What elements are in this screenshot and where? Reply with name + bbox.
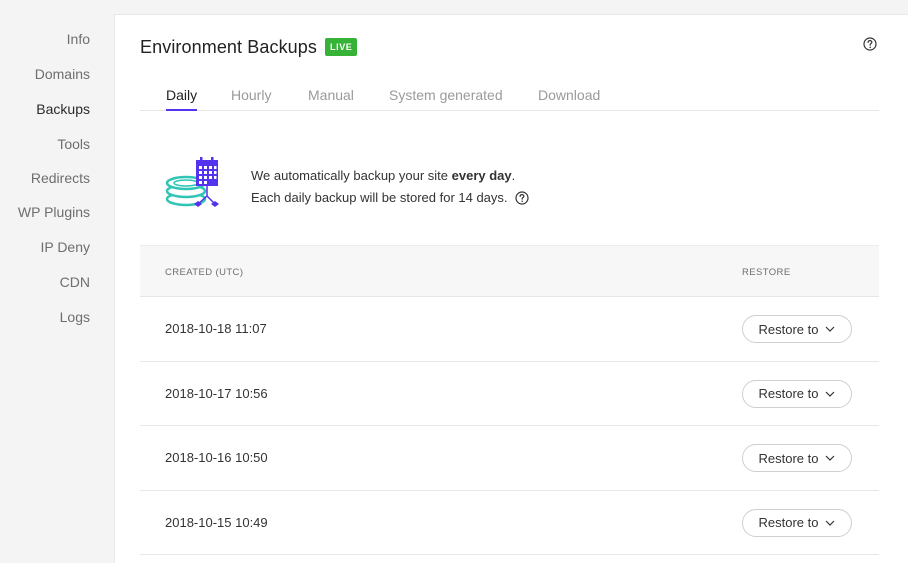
- backups-table: CREATED (UTC) RESTORE 2018-10-18 11:07 R…: [140, 245, 879, 555]
- backup-created-date: 2018-10-17 10:56: [165, 385, 268, 401]
- table-row: 2018-10-16 10:50 Restore to: [140, 426, 879, 491]
- sidebar-item-tools[interactable]: Tools: [57, 136, 90, 152]
- tab-system-generated[interactable]: System generated: [389, 87, 503, 111]
- chevron-down-icon: [826, 326, 835, 332]
- frequency-highlight: every day: [451, 168, 512, 183]
- table-header: CREATED (UTC) RESTORE: [140, 245, 879, 297]
- restore-to-button[interactable]: Restore to: [742, 508, 852, 537]
- sidebar-item-info[interactable]: Info: [67, 31, 90, 47]
- main-panel: Environment Backups LIVE Daily Hourly Ma…: [114, 14, 908, 563]
- tab-manual[interactable]: Manual: [308, 87, 354, 111]
- question-circle-icon[interactable]: [514, 190, 529, 205]
- restore-to-button[interactable]: Restore to: [742, 444, 852, 472]
- chevron-down-icon: [826, 520, 835, 526]
- sidebar-item-wp-plugins[interactable]: WP Plugins: [18, 204, 90, 220]
- table-row: 2018-10-17 10:56 Restore to: [140, 362, 879, 426]
- title-row: Environment Backups LIVE: [140, 35, 358, 59]
- tab-download[interactable]: Download: [538, 87, 600, 111]
- sidebar-nav: Info Domains Backups Tools Redirects WP …: [0, 0, 114, 563]
- tab-daily[interactable]: Daily: [166, 87, 198, 111]
- sidebar-item-logs[interactable]: Logs: [60, 309, 90, 325]
- backup-created-date: 2018-10-18 11:07: [165, 321, 267, 336]
- restore-to-button[interactable]: Restore to: [742, 379, 852, 408]
- sidebar-item-backups[interactable]: Backups: [36, 101, 90, 117]
- column-restore: RESTORE: [742, 267, 791, 278]
- sidebar-item-redirects[interactable]: Redirects: [31, 170, 90, 186]
- info-frequency-text: We automatically backup your site every …: [251, 168, 516, 183]
- restore-to-button[interactable]: Restore to: [742, 315, 852, 343]
- backup-info: We automatically backup your site every …: [140, 155, 879, 245]
- database-calendar-icon: [165, 157, 219, 207]
- live-badge: LIVE: [325, 38, 358, 56]
- sidebar-item-domains[interactable]: Domains: [35, 66, 90, 82]
- page-title: Environment Backups: [140, 36, 317, 57]
- question-circle-icon[interactable]: [863, 37, 877, 51]
- sidebar-item-ip-deny[interactable]: IP Deny: [40, 239, 90, 255]
- sidebar-item-cdn[interactable]: CDN: [60, 274, 90, 290]
- chevron-down-icon: [826, 391, 835, 397]
- tab-hourly[interactable]: Hourly: [231, 87, 271, 111]
- table-row: 2018-10-15 10:49 Restore to: [140, 491, 879, 555]
- table-row: 2018-10-18 11:07 Restore to: [140, 297, 879, 362]
- info-retention-text: Each daily backup will be stored for 14 …: [251, 190, 529, 205]
- backup-created-date: 2018-10-16 10:50: [165, 450, 268, 465]
- backup-tabs: Daily Hourly Manual System generated Dow…: [140, 87, 879, 111]
- backup-created-date: 2018-10-15 10:49: [165, 514, 268, 530]
- chevron-down-icon: [826, 455, 835, 461]
- column-created: CREATED (UTC): [165, 267, 244, 278]
